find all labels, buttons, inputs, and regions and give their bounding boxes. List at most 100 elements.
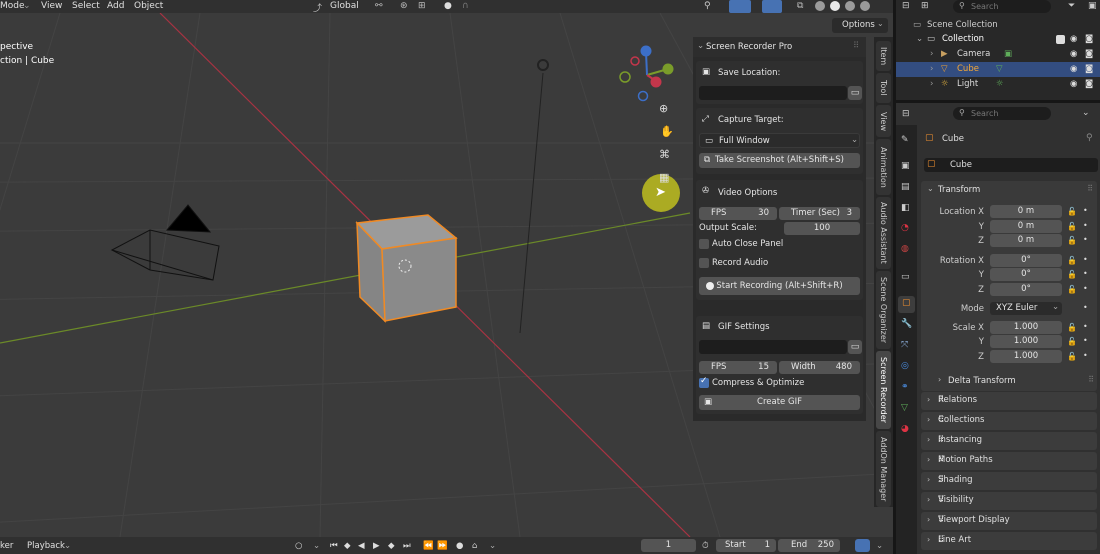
drag-handle-icon[interactable]: ⠿ (938, 455, 1092, 465)
visibility-section[interactable]: › Visibility ⠿ (921, 492, 1097, 510)
drag-handle-icon[interactable]: ⠿ (938, 495, 1092, 505)
outliner-editor-icon[interactable]: ⊟ (902, 1, 910, 11)
video-fps-field[interactable]: FPS 30 (699, 207, 777, 220)
view-frame-button[interactable] (855, 539, 870, 552)
filter-icon[interactable]: ⏷ (1068, 1, 1075, 11)
lock-icon[interactable]: 🔓 (1067, 236, 1077, 245)
snap-target-icon[interactable]: ⊞ (418, 1, 426, 11)
current-frame-field[interactable]: 1 (641, 539, 696, 552)
rendered-shading-icon[interactable] (860, 1, 870, 11)
solid-shading-icon[interactable] (830, 1, 840, 11)
modifier-tab-icon[interactable]: 🔧 (901, 319, 912, 329)
new-collection-icon[interactable]: ▣ (1088, 1, 1097, 11)
options-button[interactable]: Options ⌄ (832, 18, 888, 33)
gif-width-field[interactable]: Width 480 (779, 361, 860, 374)
motion-paths-section[interactable]: › Motion Paths ⠿ (921, 452, 1097, 470)
transform-header[interactable]: ⌄ Transform ⠿ (921, 181, 1097, 199)
collection-row[interactable]: ⌄ ▭ Collection ◉ ◙ (896, 32, 1100, 47)
start-frame-field[interactable]: Start 1 (716, 539, 776, 552)
take-screenshot-button[interactable]: ⧉ Take Screenshot (Alt+Shift+S) (699, 153, 860, 168)
proportional-edit-icon[interactable]: ● (444, 1, 452, 11)
relations-section[interactable]: › Relations ⠿ (921, 392, 1097, 410)
capture-target-select[interactable]: ▭ Full Window ⌄ (699, 133, 860, 148)
camera-render-icon[interactable]: ◙ (1085, 34, 1093, 44)
tab-tool[interactable]: Tool (876, 73, 891, 103)
pan-hand-icon[interactable]: ✋ (660, 125, 674, 138)
tool-tab-icon[interactable]: ✎ (901, 135, 909, 145)
record-audio-checkbox[interactable] (699, 258, 709, 268)
location-x-field[interactable]: 0 m (990, 205, 1062, 218)
display-mode-icon[interactable]: ⊞ (921, 1, 929, 11)
tab-animation[interactable]: Animation (876, 139, 891, 195)
end-frame-field[interactable]: End 250 (778, 539, 840, 552)
scene-tab-icon[interactable]: ◔ (901, 223, 909, 233)
properties-search-input[interactable]: ⚲ Search (953, 107, 1051, 120)
rotation-z-field[interactable]: 0° (990, 283, 1062, 296)
wireframe-shading-icon[interactable] (815, 1, 825, 11)
gif-fps-field[interactable]: FPS 15 (699, 361, 777, 374)
overlay-toggle[interactable] (762, 0, 782, 13)
tab-screen-recorder[interactable]: Screen Recorder (876, 351, 891, 429)
tab-addon-manager[interactable]: AddOn Manager (876, 431, 891, 507)
collections-section[interactable]: › Collections ⠿ (921, 412, 1097, 430)
options-icon[interactable]: ⌄ (1082, 108, 1090, 118)
camera-render-icon[interactable]: ◙ (1085, 64, 1093, 74)
drag-handle-icon[interactable]: ⠿ (853, 41, 859, 51)
outliner-row-cube[interactable]: › ▽ Cube ▽ ◉ ◙ (896, 62, 1100, 77)
stopwatch-icon[interactable]: ⏱ (702, 541, 709, 551)
cube-object[interactable] (355, 214, 458, 323)
properties-editor-icon[interactable]: ⊟ (902, 109, 910, 119)
pin-icon[interactable]: ⚲ (1086, 133, 1093, 143)
snap-icon[interactable]: ⊛ (400, 1, 408, 11)
next-frame-icon[interactable]: ⏩ (437, 541, 448, 551)
keyframe-dot-icon[interactable]: • (1083, 351, 1091, 360)
keyframe-dot-icon[interactable]: • (1083, 235, 1091, 244)
falloff-icon[interactable]: ∩ (462, 1, 469, 11)
instancing-section[interactable]: › Instancing ⠿ (921, 432, 1097, 450)
location-z-field[interactable]: 0 m (990, 234, 1062, 247)
keyframe-dot-icon[interactable]: • (1083, 221, 1091, 230)
keyframe-dot-icon[interactable]: • (1083, 269, 1091, 278)
record-icon[interactable]: ● (456, 541, 463, 551)
keying-set-icon[interactable]: ⌂ (472, 541, 477, 551)
navigation-gizmo[interactable] (619, 45, 674, 102)
eye-icon[interactable]: ◉ (1070, 34, 1077, 44)
add-menu[interactable]: Add (107, 1, 124, 11)
collection-checkbox[interactable] (1056, 35, 1065, 44)
gizmo-toggle[interactable] (729, 0, 751, 13)
auto-keying-icon[interactable]: ○ (295, 541, 302, 551)
line-art-section[interactable]: › Line Art ⠿ (921, 532, 1097, 550)
play-reverse-icon[interactable]: ◀ (358, 541, 365, 551)
browse-folder-icon[interactable]: ▭ (848, 86, 862, 100)
physics-tab-icon[interactable]: ◎ (901, 361, 909, 371)
rotation-mode-select[interactable]: XYZ Euler ⌄ (990, 302, 1062, 315)
outliner-row-camera[interactable]: › ▶ Camera ▣ ◉ ◙ (896, 47, 1100, 62)
mode-menu[interactable]: Mode (0, 1, 25, 11)
browse-folder-icon[interactable]: ▭ (848, 340, 862, 354)
material-tab-icon[interactable]: ◕ (901, 424, 909, 434)
keyframe-dot-icon[interactable]: • (1083, 303, 1091, 312)
drag-handle-icon[interactable]: ⠿ (938, 415, 1092, 425)
drag-handle-icon[interactable]: ⠿ (1087, 184, 1093, 193)
jump-start-icon[interactable]: ⏮ (330, 541, 338, 551)
object-name-field[interactable]: ▢ Cube (924, 158, 1098, 172)
drag-handle-icon[interactable]: ⠿ (938, 475, 1092, 485)
lock-icon[interactable]: 🔓 (1067, 337, 1077, 346)
drag-handle-icon[interactable]: ⠿ (938, 395, 1092, 405)
shading-section[interactable]: › Shading ⠿ (921, 472, 1097, 490)
camera-render-icon[interactable]: ◙ (1085, 79, 1093, 89)
visibility-icon[interactable]: ⚲ (704, 1, 711, 11)
jump-end-icon[interactable]: ⏭ (403, 541, 411, 551)
select-menu[interactable]: Select (72, 1, 100, 11)
lock-icon[interactable]: 🔓 (1067, 323, 1077, 332)
save-location-input[interactable] (699, 86, 847, 100)
scale-y-field[interactable]: 1.000 (990, 335, 1062, 348)
playback-menu[interactable]: Playback (27, 541, 65, 551)
lock-icon[interactable]: 🔓 (1067, 270, 1077, 279)
data-tab-icon[interactable]: ▽ (901, 403, 908, 413)
perspective-toggle-icon[interactable]: ▦ (659, 171, 669, 184)
lock-icon[interactable]: 🔓 (1067, 222, 1077, 231)
tab-item[interactable]: Item (876, 41, 891, 71)
output-tab-icon[interactable]: ▤ (901, 182, 910, 192)
pivot-icon[interactable]: ⚯ (375, 1, 383, 11)
